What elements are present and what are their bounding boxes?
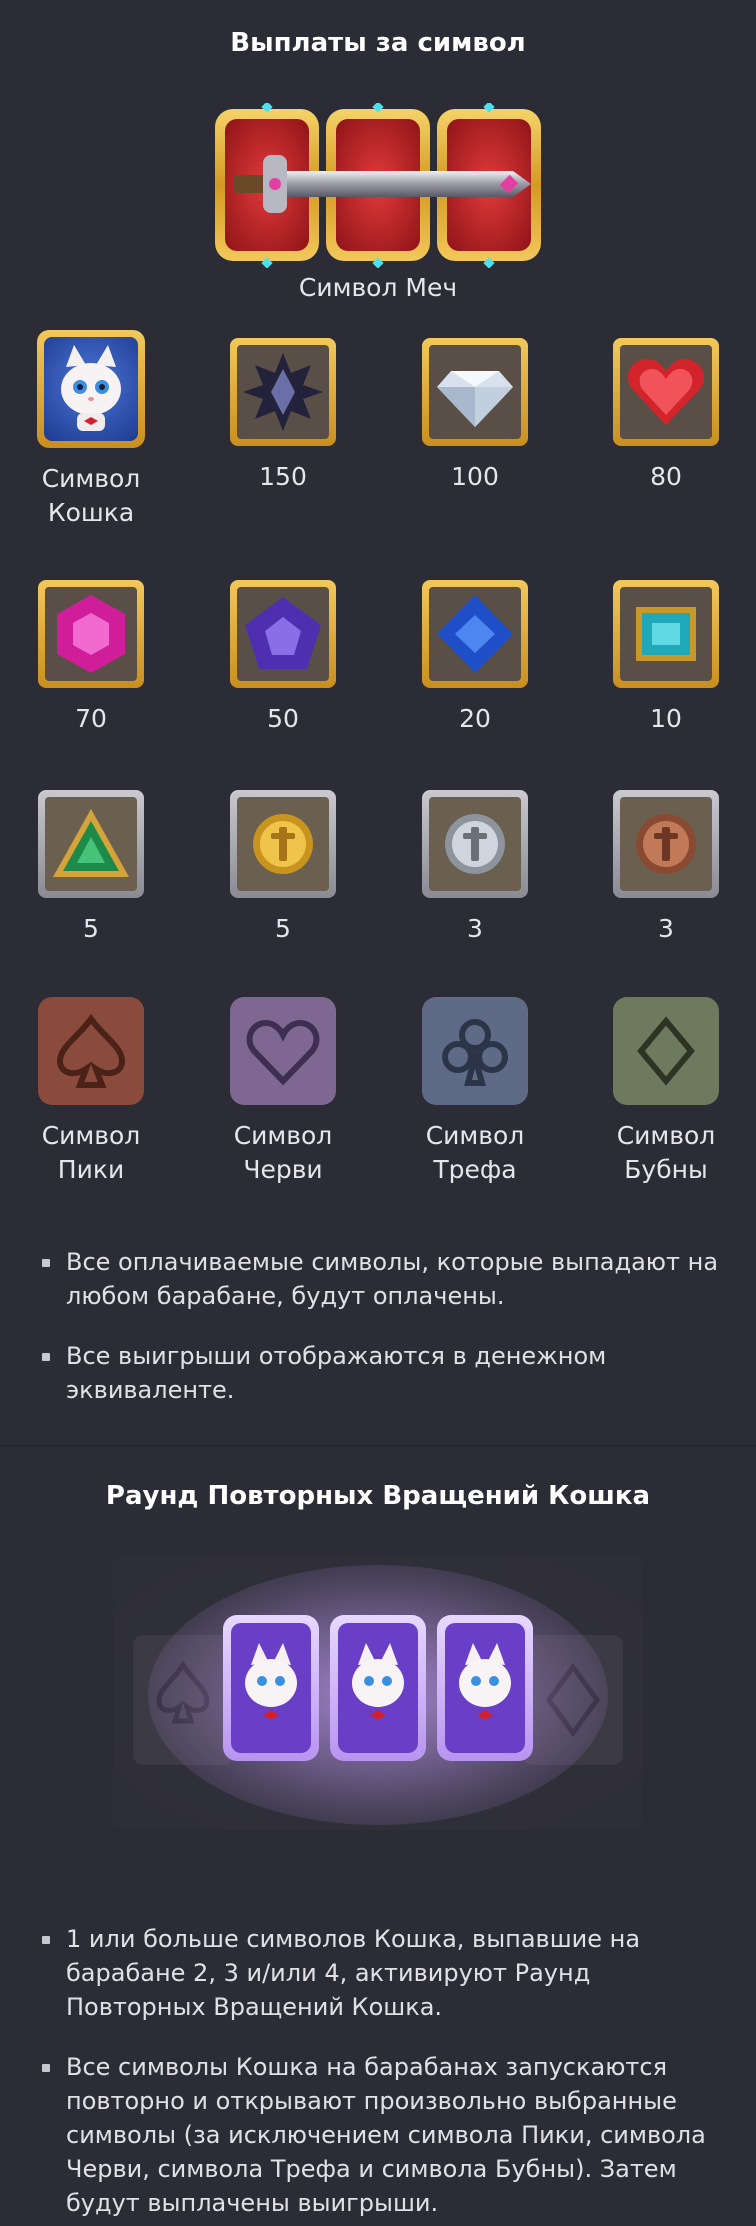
paytable-item-label: 5 bbox=[275, 914, 291, 943]
paytable-item-spade: Символ Пики bbox=[11, 997, 171, 1187]
sword-symbol-caption: Символ Меч bbox=[298, 273, 458, 302]
paytable-page: Выплаты за символ Символ Меч Символ Кошк… bbox=[0, 0, 756, 2226]
cat-respin-icon bbox=[113, 1555, 643, 1830]
paytable-item-label: Символ Кошка bbox=[41, 464, 141, 527]
respin-note: 1 или больше символов Кошка, выпавшие на… bbox=[40, 1922, 720, 2024]
paytable-item-label: 10 bbox=[650, 704, 682, 733]
teal-square-gem-icon bbox=[613, 580, 719, 688]
paytable-note: Все оплачиваемые символы, которые выпада… bbox=[40, 1245, 720, 1313]
paytable-item-label: 80 bbox=[650, 462, 682, 491]
paytable-title: Выплаты за символ bbox=[230, 28, 526, 58]
paytable-item-teal-gem: 10 bbox=[586, 580, 746, 736]
respin-notes: 1 или больше символов Кошка, выпавшие на… bbox=[40, 1922, 720, 2226]
respin-note: Все символы Кошка на барабанах запускают… bbox=[40, 2050, 720, 2220]
paytable-item-heart-gem: 80 bbox=[586, 338, 746, 494]
section-divider bbox=[0, 1445, 756, 1447]
paytable-item-label: 50 bbox=[267, 704, 299, 733]
paytable-item-label: 100 bbox=[451, 462, 499, 491]
paytable-item-bronze-coin: 3 bbox=[586, 790, 746, 946]
purple-pentagon-gem-icon bbox=[230, 580, 336, 688]
bullet-icon bbox=[42, 2064, 50, 2072]
cat-symbol-icon bbox=[37, 330, 145, 448]
red-heart-gem-icon bbox=[613, 338, 719, 446]
paytable-item-label: 20 bbox=[459, 704, 491, 733]
paytable-item-pink-gem: 70 bbox=[11, 580, 171, 736]
paytable-item-label: 5 bbox=[83, 914, 99, 943]
paytable-item-club: Символ Трефа bbox=[395, 997, 555, 1187]
heart-icon bbox=[230, 997, 336, 1105]
paytable-item-green-gem: 5 bbox=[11, 790, 171, 946]
bronze-coin-icon bbox=[613, 790, 719, 898]
paytable-notes: Все оплачиваемые символы, которые выпада… bbox=[40, 1245, 720, 1433]
bullet-icon bbox=[42, 1259, 50, 1267]
gold-coin-icon bbox=[230, 790, 336, 898]
paytable-item-diamond: 100 bbox=[395, 338, 555, 494]
diamond-suit-icon bbox=[613, 997, 719, 1105]
paytable-item-label: 70 bbox=[75, 704, 107, 733]
paytable-note: Все выигрыши отображаются в денежном экв… bbox=[40, 1339, 720, 1407]
paytable-item-label: Символ Трефа bbox=[425, 1121, 525, 1184]
paytable-item-heart: Символ Черви bbox=[203, 997, 363, 1187]
blue-rhombus-gem-icon bbox=[422, 580, 528, 688]
black-star-gem-icon bbox=[230, 338, 336, 446]
paytable-item-black-gem: 150 bbox=[203, 338, 363, 494]
paytable-item-gold-coin: 5 bbox=[203, 790, 363, 946]
silver-coin-icon bbox=[422, 790, 528, 898]
paytable-item-label: Символ Пики bbox=[41, 1121, 141, 1184]
club-icon bbox=[422, 997, 528, 1105]
paytable-item-cat: Символ Кошка bbox=[11, 330, 171, 530]
paytable-item-label: Символ Черви bbox=[233, 1121, 333, 1184]
green-triangle-gem-icon bbox=[38, 790, 144, 898]
bullet-icon bbox=[42, 1936, 50, 1944]
respin-title: Раунд Повторных Вращений Кошка bbox=[105, 1481, 651, 1511]
paytable-item-label: 3 bbox=[467, 914, 483, 943]
paytable-item-blue-gem: 20 bbox=[395, 580, 555, 736]
paytable-item-silver-coin: 3 bbox=[395, 790, 555, 946]
sword-symbol bbox=[213, 103, 543, 268]
paytable-item-purple-gem: 50 bbox=[203, 580, 363, 736]
spade-icon bbox=[38, 997, 144, 1105]
paytable-item-label: Символ Бубны bbox=[616, 1121, 716, 1184]
paytable-item-label: 3 bbox=[658, 914, 674, 943]
respin-illustration bbox=[113, 1555, 643, 1830]
sword-icon bbox=[215, 103, 541, 268]
paytable-item-diamond-suit: Символ Бубны bbox=[586, 997, 746, 1187]
diamond-icon bbox=[422, 338, 528, 446]
bullet-icon bbox=[42, 1353, 50, 1361]
pink-hexagon-gem-icon bbox=[38, 580, 144, 688]
paytable-item-label: 150 bbox=[259, 462, 307, 491]
